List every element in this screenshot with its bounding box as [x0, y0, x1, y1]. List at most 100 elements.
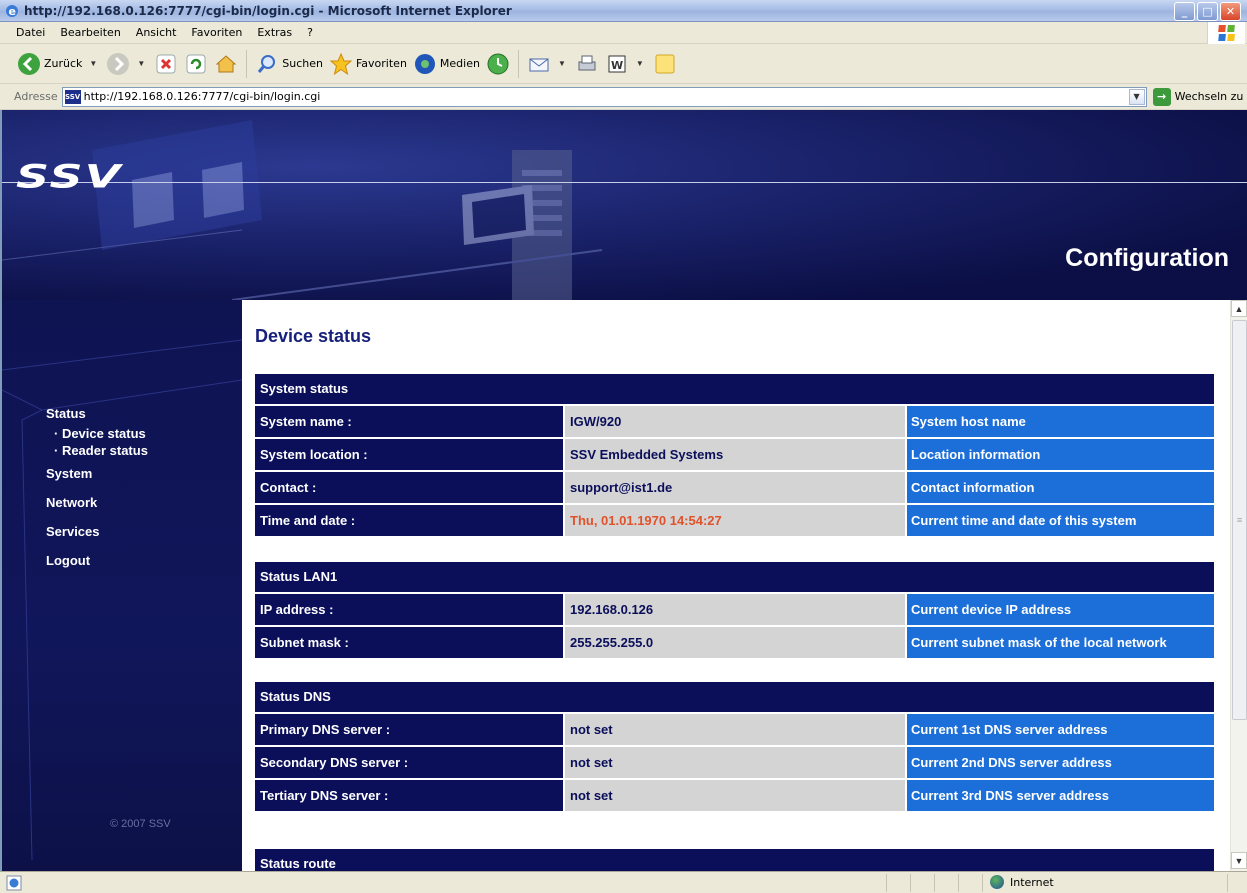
- search-icon: [258, 54, 276, 73]
- back-label: Zurück: [44, 57, 83, 70]
- close-button[interactable]: ✕: [1220, 2, 1241, 21]
- vertical-scrollbar[interactable]: ▲ ≡ ▼: [1230, 300, 1247, 871]
- go-button[interactable]: → Wechseln zu: [1152, 87, 1243, 106]
- row-description: Current 1st DNS server address: [907, 714, 1214, 745]
- favorites-button[interactable]: Favoriten: [326, 48, 410, 80]
- edit-word-button[interactable]: W: [602, 48, 632, 80]
- table-row: Contact : support@ist1.de Contact inform…: [255, 472, 1214, 503]
- home-button[interactable]: [211, 48, 241, 80]
- route-status-table: Status route: [255, 849, 1214, 871]
- refresh-button[interactable]: [181, 48, 211, 80]
- table-row: System name : IGW/920 System host name: [255, 406, 1214, 437]
- status-segment: [934, 874, 935, 892]
- row-description: Location information: [907, 439, 1214, 470]
- row-value: not set: [565, 780, 905, 811]
- nav-network[interactable]: Network: [46, 488, 148, 517]
- home-icon: [215, 54, 237, 72]
- menu-datei[interactable]: Datei: [14, 25, 47, 40]
- back-button[interactable]: Zurück: [14, 48, 85, 80]
- media-button[interactable]: Medien: [410, 48, 483, 80]
- minimize-button[interactable]: _: [1174, 2, 1195, 21]
- row-value: 192.168.0.126: [565, 594, 905, 625]
- row-label: Time and date :: [255, 505, 563, 536]
- mail-button[interactable]: [524, 48, 554, 80]
- row-label: System name :: [255, 406, 563, 437]
- stop-button[interactable]: [151, 48, 181, 80]
- table-row: Subnet mask : 255.255.255.0 Current subn…: [255, 627, 1214, 658]
- nav-reader-status[interactable]: · Reader status: [46, 442, 148, 459]
- address-dropdown-icon[interactable]: ▼: [1128, 88, 1145, 105]
- nav-device-status[interactable]: · Device status: [46, 425, 148, 442]
- section-header: Status DNS: [255, 682, 1214, 712]
- row-label: Secondary DNS server :: [255, 747, 563, 778]
- windows-flag-icon: [1217, 25, 1235, 41]
- row-description: System host name: [907, 406, 1214, 437]
- maximize-button[interactable]: □: [1197, 2, 1218, 21]
- page-done-icon: [6, 875, 22, 890]
- page-viewport: SSV Configuration Status · Device status…: [0, 110, 1247, 871]
- search-button[interactable]: Suchen: [252, 48, 326, 80]
- table-row: Time and date : Thu, 01.01.1970 14:54:27…: [255, 505, 1214, 536]
- table-row: IP address : 192.168.0.126 Current devic…: [255, 594, 1214, 625]
- row-description: Contact information: [907, 472, 1214, 503]
- nav-services[interactable]: Services: [46, 517, 148, 546]
- minimize-icon: _: [1181, 5, 1188, 18]
- toolbar-separator: [517, 49, 519, 78]
- nav-system[interactable]: System: [46, 459, 148, 488]
- toolbar: Zurück ▼ ▼ Suchen Favoriten Medien ▼ W ▼: [0, 44, 1247, 84]
- status-segment: [958, 874, 959, 892]
- header-banner: SSV Configuration: [2, 110, 1247, 300]
- favorites-label: Favoriten: [355, 57, 407, 70]
- copyright: © 2007 SSV: [110, 818, 171, 830]
- row-label: IP address :: [255, 594, 563, 625]
- row-value: not set: [565, 714, 905, 745]
- scroll-up-button[interactable]: ▲: [1231, 300, 1247, 317]
- table-row: Primary DNS server : not set Current 1st…: [255, 714, 1214, 745]
- menu-ansicht[interactable]: Ansicht: [134, 25, 179, 40]
- address-input[interactable]: SSV http://192.168.0.126:7777/cgi-bin/lo…: [61, 86, 1147, 107]
- print-button[interactable]: [572, 48, 602, 80]
- edit-dropdown-icon[interactable]: ▼: [636, 59, 644, 68]
- maximize-icon: □: [1202, 5, 1213, 18]
- refresh-icon: [186, 54, 206, 73]
- banner-graphic: [2, 120, 603, 300]
- menu-help[interactable]: ?: [305, 25, 315, 40]
- table-row: Tertiary DNS server : not set Current 3r…: [255, 780, 1214, 811]
- system-status-table: System status System name : IGW/920 Syst…: [255, 374, 1214, 538]
- section-header: System status: [255, 374, 1214, 404]
- address-url: http://192.168.0.126:7777/cgi-bin/login.…: [83, 90, 321, 103]
- history-button[interactable]: [483, 48, 513, 80]
- lan1-status-table: Status LAN1 IP address : 192.168.0.126 C…: [255, 562, 1214, 660]
- scroll-thumb[interactable]: ≡: [1232, 320, 1247, 720]
- back-dropdown-icon[interactable]: ▼: [89, 59, 97, 68]
- nav-logout[interactable]: Logout: [46, 546, 148, 575]
- row-label: Primary DNS server :: [255, 714, 563, 745]
- table-row: Secondary DNS server : not set Current 2…: [255, 747, 1214, 778]
- window-titlebar: e http://192.168.0.126:7777/cgi-bin/logi…: [0, 0, 1247, 22]
- nav-list: Status · Device status · Reader status S…: [46, 403, 148, 575]
- mail-dropdown-icon[interactable]: ▼: [558, 59, 566, 68]
- svg-text:e: e: [9, 5, 16, 18]
- menu-bearbeiten[interactable]: Bearbeiten: [58, 25, 122, 40]
- status-segment: [1227, 874, 1228, 892]
- row-value: not set: [565, 747, 905, 778]
- messenger-button[interactable]: [650, 48, 680, 80]
- menu-extras[interactable]: Extras: [255, 25, 294, 40]
- forward-button[interactable]: [103, 48, 133, 80]
- window-controls: _ □ ✕: [1174, 2, 1241, 21]
- main-content: Device status System status System name …: [242, 300, 1247, 871]
- page-title: Device status: [255, 326, 372, 346]
- favorites-star-icon: [329, 52, 353, 75]
- row-description: Current 2nd DNS server address: [907, 747, 1214, 778]
- menu-favoriten[interactable]: Favoriten: [189, 25, 244, 40]
- row-description: Current device IP address: [907, 594, 1214, 625]
- toolbar-separator: [246, 49, 248, 78]
- scroll-down-button[interactable]: ▼: [1231, 852, 1247, 869]
- stop-icon: [156, 54, 176, 73]
- forward-dropdown-icon[interactable]: ▼: [137, 59, 145, 68]
- row-label: Subnet mask :: [255, 627, 563, 658]
- banner-rule: [2, 182, 1247, 183]
- section-header: Status route: [255, 849, 1214, 871]
- windows-logo: [1207, 22, 1245, 44]
- nav-status[interactable]: Status: [46, 403, 148, 425]
